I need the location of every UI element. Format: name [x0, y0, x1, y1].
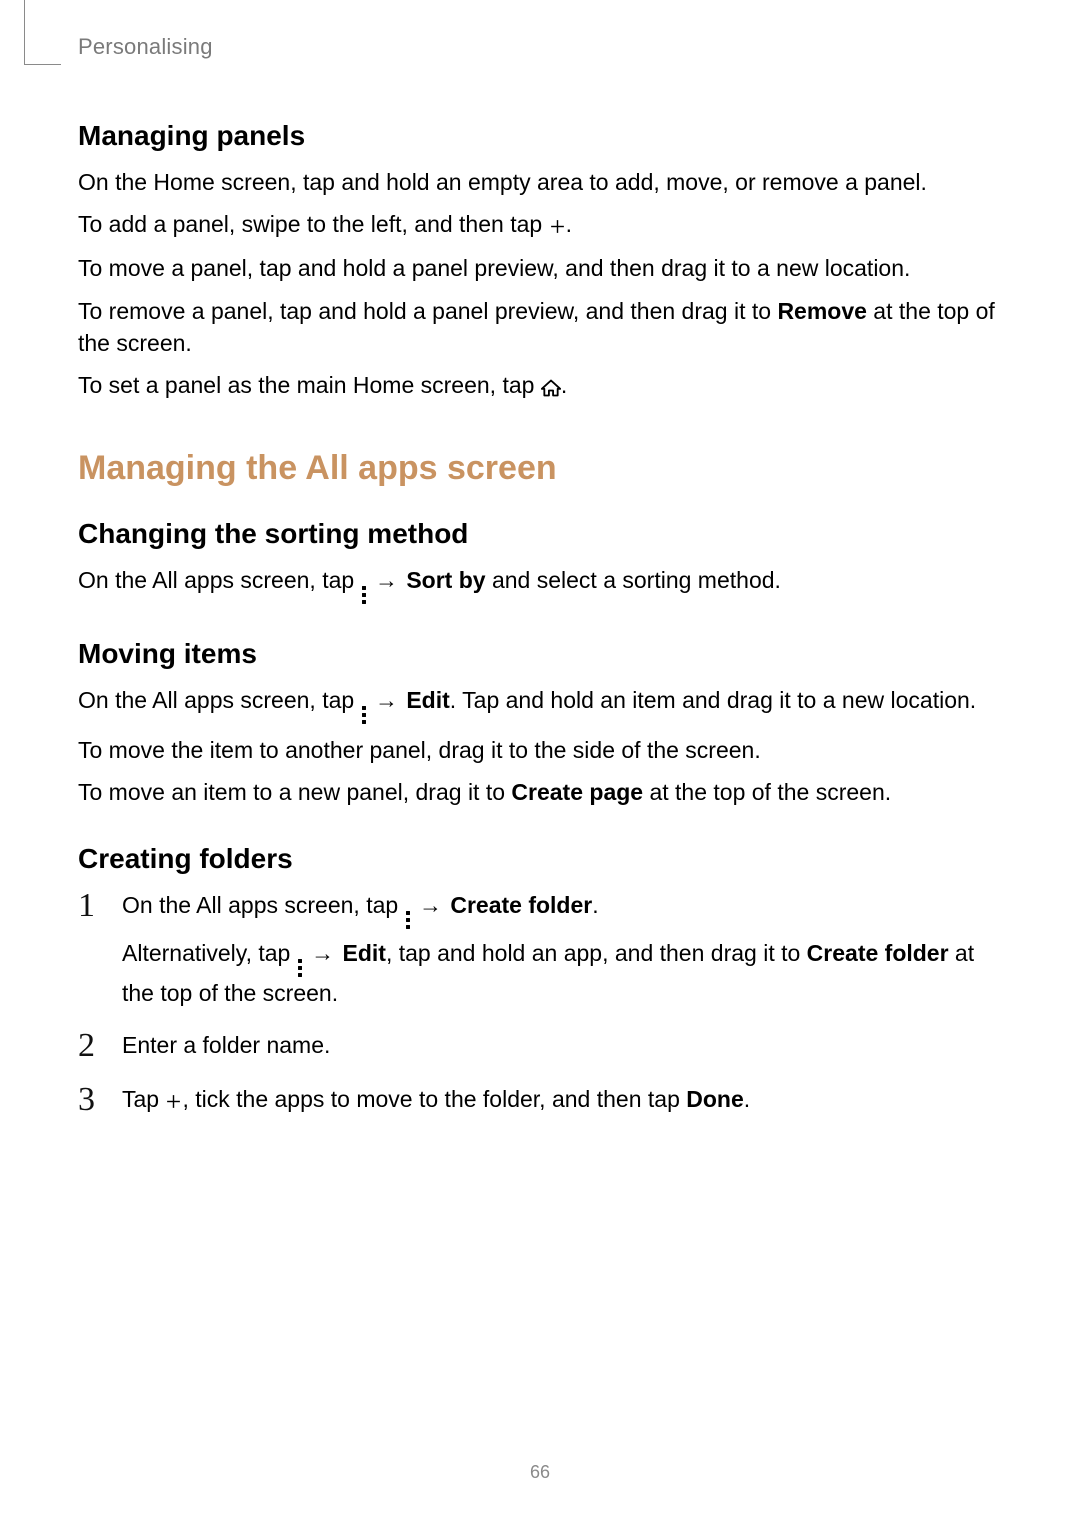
major-heading: Managing the All apps screen [78, 449, 1002, 488]
arrow-text: → [367, 567, 407, 593]
text: Alternatively, tap [122, 940, 297, 966]
paragraph: To set a panel as the main Home screen, … [78, 369, 1002, 403]
section-moving-items: Moving items On the All apps screen, tap… [78, 638, 1002, 808]
text: To add a panel, swipe to the left, and t… [78, 211, 549, 237]
paragraph: Enter a folder name. [122, 1029, 330, 1061]
paragraph: On the All apps screen, tap → Create fol… [122, 889, 1002, 929]
more-icon [405, 911, 411, 929]
text: On the All apps screen, tap [122, 892, 405, 918]
step-number: 2 [78, 1029, 104, 1063]
paragraph: To add a panel, swipe to the left, and t… [78, 208, 1002, 242]
text: To set a panel as the main Home screen, … [78, 372, 541, 398]
text: and select a sorting method. [486, 567, 781, 593]
list-item: 1 On the All apps screen, tap → Create f… [78, 889, 1002, 1009]
paragraph: To move the item to another panel, drag … [78, 734, 1002, 766]
bold-text: Sort by [406, 567, 485, 593]
text: . Tap and hold an item and drag it to a … [450, 687, 976, 713]
text: , tap and hold an app, and then drag it … [386, 940, 807, 966]
arrow-text: → [367, 687, 407, 713]
more-icon [297, 959, 303, 977]
bold-text: Edit [406, 687, 449, 713]
plus-icon [549, 210, 566, 242]
text: To move an item to a new panel, drag it … [78, 779, 511, 805]
list-item: 3 Tap , tick the apps to move to the fol… [78, 1083, 1002, 1117]
bold-text: Create folder [450, 892, 592, 918]
home-icon [541, 371, 561, 403]
bold-text: Create page [511, 779, 643, 805]
paragraph: On the All apps screen, tap → Edit. Tap … [78, 684, 1002, 724]
text: . [744, 1086, 750, 1112]
section-title: Changing the sorting method [78, 518, 1002, 550]
text: On the All apps screen, tap [78, 567, 361, 593]
text: . [592, 892, 598, 918]
bold-text: Remove [777, 298, 866, 324]
text: . [561, 372, 567, 398]
step-text: Tap , tick the apps to move to the folde… [122, 1083, 750, 1117]
paragraph: To move a panel, tap and hold a panel pr… [78, 252, 1002, 284]
text: . [566, 211, 572, 237]
header-corner-decoration [24, 0, 61, 65]
section-managing-panels: Managing panels On the Home screen, tap … [78, 120, 1002, 403]
text: To remove a panel, tap and hold a panel … [78, 298, 777, 324]
text: at the top of the screen. [643, 779, 891, 805]
text: On the All apps screen, tap [78, 687, 361, 713]
plus-icon [165, 1085, 182, 1117]
header: Personalising [78, 34, 1002, 60]
step-text: On the All apps screen, tap → Create fol… [122, 889, 1002, 1009]
section-sorting-method: Changing the sorting method On the All a… [78, 518, 1002, 604]
text: , tick the apps to move to the folder, a… [182, 1086, 686, 1112]
text: Tap [122, 1086, 165, 1112]
step-number: 1 [78, 889, 104, 1009]
paragraph: Tap , tick the apps to move to the folde… [122, 1083, 750, 1117]
breadcrumb: Personalising [78, 34, 1002, 60]
step-number: 3 [78, 1083, 104, 1117]
bold-text: Done [686, 1086, 744, 1112]
more-icon [361, 706, 367, 724]
numbered-list: 1 On the All apps screen, tap → Create f… [78, 889, 1002, 1117]
arrow-text: → [411, 892, 451, 918]
section-creating-folders: Creating folders 1 On the All apps scree… [78, 843, 1002, 1117]
step-text: Enter a folder name. [122, 1029, 330, 1063]
page-number: 66 [0, 1462, 1080, 1483]
bold-text: Create folder [807, 940, 949, 966]
section-title: Managing panels [78, 120, 1002, 152]
more-icon [361, 586, 367, 604]
page: Personalising Managing panels On the Hom… [0, 0, 1080, 1527]
section-title: Creating folders [78, 843, 1002, 875]
bold-text: Edit [343, 940, 386, 966]
paragraph: To remove a panel, tap and hold a panel … [78, 295, 1002, 359]
paragraph: Alternatively, tap → Edit, tap and hold … [122, 937, 1002, 1009]
list-item: 2 Enter a folder name. [78, 1029, 1002, 1063]
paragraph: On the All apps screen, tap → Sort by an… [78, 564, 1002, 604]
section-title: Moving items [78, 638, 1002, 670]
paragraph: To move an item to a new panel, drag it … [78, 776, 1002, 808]
paragraph: On the Home screen, tap and hold an empt… [78, 166, 1002, 198]
arrow-text: → [303, 940, 343, 966]
